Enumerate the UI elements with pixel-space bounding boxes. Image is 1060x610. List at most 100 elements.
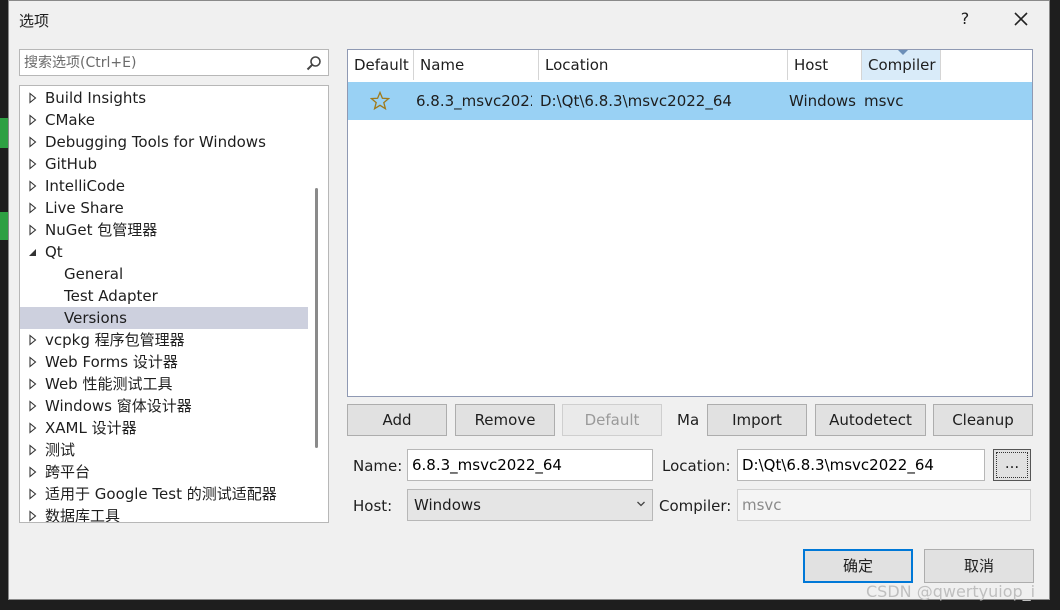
tree-item[interactable]: Qt <box>20 241 308 263</box>
collapsed-arrow-icon[interactable] <box>28 417 38 439</box>
collapsed-arrow-icon[interactable] <box>28 175 38 197</box>
tree-scrollbar[interactable] <box>315 188 318 448</box>
options-tree: Build Insights CMake Debugging Tools for W… <box>19 85 329 523</box>
star-icon[interactable] <box>370 91 390 111</box>
tree-item-label: CMake <box>45 111 95 129</box>
tree-item[interactable]: Web Forms 设计器 <box>20 351 308 373</box>
options-dialog: 选项 ? Build Insights CMake Debugging Tools … <box>8 0 1050 600</box>
tree-item[interactable]: Web 性能测试工具 <box>20 373 308 395</box>
dialog-title: 选项 <box>19 12 50 30</box>
name-input[interactable] <box>412 450 648 480</box>
collapsed-arrow-icon[interactable] <box>28 131 38 153</box>
collapsed-arrow-icon[interactable] <box>28 219 38 241</box>
tree-item[interactable]: GitHub <box>20 153 308 175</box>
options-search-box[interactable] <box>19 49 329 76</box>
tree-item[interactable]: 测试 <box>20 439 308 461</box>
compiler-input[interactable] <box>742 490 1026 520</box>
collapsed-arrow-icon[interactable] <box>28 351 38 373</box>
tree-item[interactable]: Live Share <box>20 197 308 219</box>
tree-item-label: Web Forms 设计器 <box>45 353 178 371</box>
collapsed-arrow-icon[interactable] <box>28 153 38 175</box>
add-button[interactable]: Add <box>347 404 447 436</box>
tree-item[interactable]: Test Adapter <box>20 285 308 307</box>
column-header-default[interactable]: Default <box>348 50 414 80</box>
tree-item-label: Qt <box>45 243 63 261</box>
dialog-titlebar: 选项 ? <box>9 1 1049 41</box>
location-label: Location: <box>662 457 731 475</box>
collapsed-arrow-icon[interactable] <box>28 329 38 351</box>
tree-item-label: IntelliCode <box>45 177 125 195</box>
compiler-label: Compiler: <box>659 497 732 515</box>
tree-item[interactable]: Windows 窗体设计器 <box>20 395 308 417</box>
collapsed-arrow-icon[interactable] <box>28 87 38 109</box>
tree-item-label: Versions <box>64 309 127 327</box>
tree-item-label: GitHub <box>45 155 97 173</box>
compiler-field[interactable] <box>737 489 1031 521</box>
tree-item[interactable]: vcpkg 程序包管理器 <box>20 329 308 351</box>
expanded-arrow-icon[interactable] <box>28 241 38 263</box>
collapsed-arrow-icon[interactable] <box>28 395 38 417</box>
search-input[interactable] <box>24 53 294 73</box>
tree-item[interactable]: General <box>20 263 308 285</box>
tree-item[interactable]: IntelliCode <box>20 175 308 197</box>
cleanup-button[interactable]: Cleanup <box>933 404 1033 436</box>
close-icon[interactable] <box>1009 7 1033 31</box>
host-label: Host: <box>353 497 393 515</box>
default-button[interactable]: Default <box>562 404 662 436</box>
tree-item-label: Live Share <box>45 199 124 217</box>
tree-item-label: 跨平台 <box>45 463 91 481</box>
collapsed-arrow-icon[interactable] <box>28 439 38 461</box>
tree-item[interactable]: CMake <box>20 109 308 131</box>
tree-item-label: Windows 窗体设计器 <box>45 397 192 415</box>
column-header-name[interactable]: Name <box>414 50 539 80</box>
column-header-compiler[interactable]: Compiler <box>862 50 941 80</box>
collapsed-arrow-icon[interactable] <box>28 461 38 483</box>
collapsed-arrow-icon[interactable] <box>28 197 38 219</box>
cell-location: D:\Qt\6.8.3\msvc2022_64 <box>540 92 732 110</box>
collapsed-arrow-icon[interactable] <box>28 483 38 505</box>
tree-item[interactable]: 数据库工具 <box>20 505 308 523</box>
ok-button[interactable]: 确定 <box>803 549 913 583</box>
collapsed-arrow-icon[interactable] <box>28 505 38 523</box>
tree-item-label: 适用于 Google Test 的测试适配器 <box>45 485 277 503</box>
sort-descending-icon <box>898 50 908 55</box>
tree-item[interactable]: Versions <box>20 307 308 329</box>
tree-item[interactable]: NuGet 包管理器 <box>20 219 308 241</box>
host-select-value: Windows <box>414 496 481 514</box>
remove-button[interactable]: Remove <box>455 404 555 436</box>
tree-item[interactable]: 跨平台 <box>20 461 308 483</box>
tree-item-label: Debugging Tools for Windows <box>45 133 266 151</box>
collapsed-arrow-icon[interactable] <box>28 373 38 395</box>
collapsed-arrow-icon[interactable] <box>28 109 38 131</box>
import-button[interactable]: Import <box>707 404 807 436</box>
watermark-text: CSDN @qwertyuiop_i <box>866 582 1036 601</box>
background-ide-badge <box>0 212 8 240</box>
cell-name: 6.8.3_msvc2022_64 <box>416 92 532 110</box>
help-button[interactable]: ? <box>957 9 973 28</box>
chevron-down-icon <box>637 501 645 507</box>
search-icon[interactable] <box>306 55 322 71</box>
browse-button[interactable]: ... <box>993 449 1031 481</box>
background-ide-badge <box>0 118 8 148</box>
autodetect-button[interactable]: Autodetect <box>815 404 926 436</box>
tree-item-label: Web 性能测试工具 <box>45 375 173 393</box>
tree-item[interactable]: Build Insights <box>20 87 308 109</box>
column-header-compiler-label: Compiler <box>868 56 936 74</box>
location-field[interactable] <box>737 449 985 481</box>
tree-item-label: vcpkg 程序包管理器 <box>45 331 185 349</box>
tree-item[interactable]: Debugging Tools for Windows <box>20 131 308 153</box>
host-select[interactable]: Windows <box>407 489 653 521</box>
tree-item-label: 测试 <box>45 441 76 459</box>
tree-item[interactable]: XAML 设计器 <box>20 417 308 439</box>
column-header-location[interactable]: Location <box>539 50 788 80</box>
name-label: Name: <box>353 457 403 475</box>
tree-item-label: Test Adapter <box>64 287 158 305</box>
name-field[interactable] <box>407 449 653 481</box>
tree-item-label: 数据库工具 <box>45 507 121 523</box>
column-header-host[interactable]: Host <box>788 50 862 80</box>
cell-host: Windows <box>789 92 856 110</box>
location-input[interactable] <box>742 450 980 480</box>
tree-item[interactable]: 适用于 Google Test 的测试适配器 <box>20 483 308 505</box>
cancel-button[interactable]: 取消 <box>924 549 1034 583</box>
table-row[interactable]: 6.8.3_msvc2022_64 D:\Qt\6.8.3\msvc2022_6… <box>348 82 1032 120</box>
